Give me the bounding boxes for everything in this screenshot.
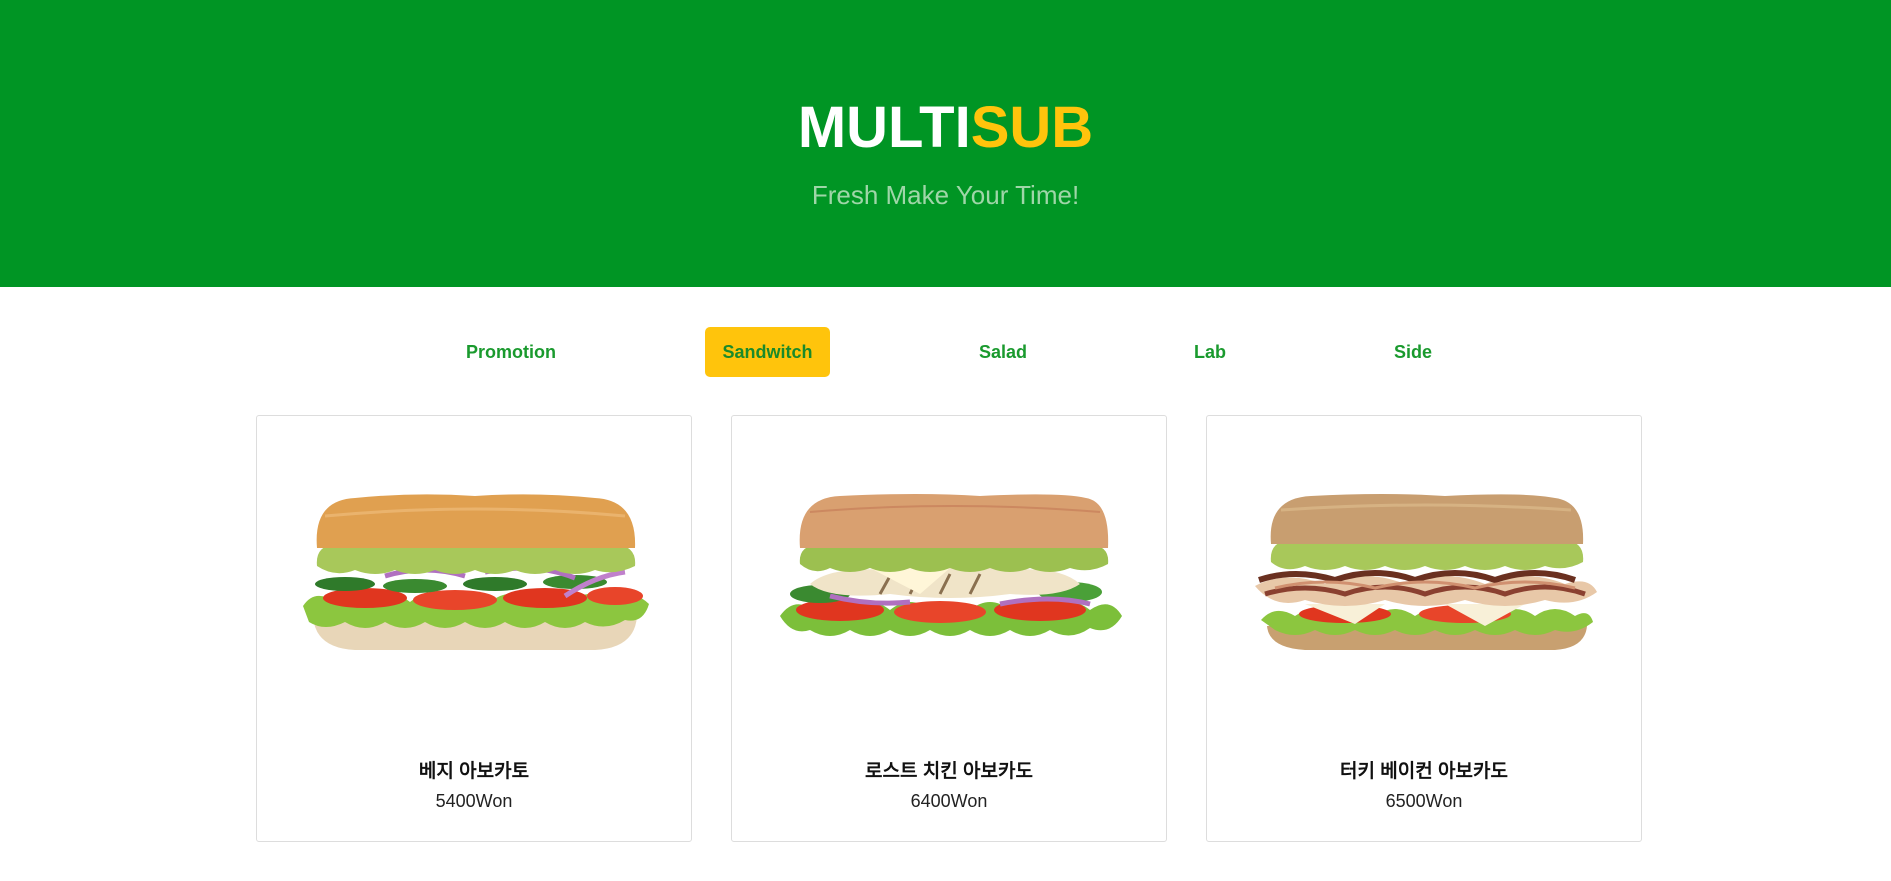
tab-promotion[interactable]: Promotion (448, 327, 574, 377)
product-name: 베지 아보카토 (418, 761, 530, 782)
product-name: 로스트 치킨 아보카도 (865, 761, 1033, 782)
tab-sandwitch[interactable]: Sandwitch (705, 327, 830, 377)
brand-logo: MULTISUB (798, 94, 1093, 162)
product-card-turkey-bacon-avocado[interactable]: 터키 베이컨 아보카도 6500Won (1206, 415, 1642, 842)
product-price: 6500Won (1385, 791, 1463, 811)
product-card-roast-chicken-avocado[interactable]: 로스트 치킨 아보카도 6400Won (731, 415, 1167, 842)
category-tabs: Promotion Sandwitch Salad Lab Side (0, 327, 1891, 377)
tab-side[interactable]: Side (1373, 327, 1453, 377)
brand-logo-sub: SUB (970, 95, 1094, 160)
product-price: 6400Won (910, 791, 988, 811)
veggie-avocado-sandwich-image (303, 494, 649, 650)
product-name: 터키 베이컨 아보카도 (1340, 761, 1508, 782)
tab-lab[interactable]: Lab (1170, 327, 1250, 377)
product-card-veggie-avocado[interactable]: 베지 아보카토 5400Won (256, 415, 692, 842)
product-price: 5400Won (435, 791, 513, 811)
tagline: Fresh Make Your Time! (811, 180, 1080, 210)
hero-banner: MULTISUB Fresh Make Your Time! (0, 0, 1891, 287)
tab-salad[interactable]: Salad (963, 327, 1043, 377)
brand-logo-multi: MULTI (797, 95, 971, 160)
turkey-bacon-avocado-sandwich-image (1255, 494, 1597, 650)
roast-chicken-avocado-sandwich-image (780, 494, 1122, 636)
